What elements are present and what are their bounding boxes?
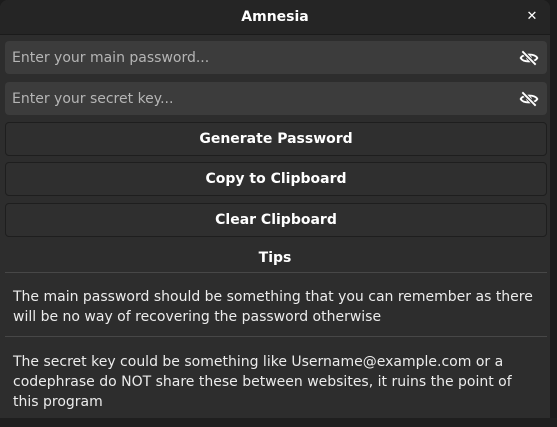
divider xyxy=(5,336,547,337)
main-password-field[interactable] xyxy=(5,41,547,74)
clear-clipboard-button[interactable]: Clear Clipboard xyxy=(5,203,547,237)
divider xyxy=(5,272,547,273)
background-window-edge xyxy=(0,418,557,427)
tip-text: The secret key could be something like U… xyxy=(13,354,512,410)
eye-slash-icon[interactable] xyxy=(519,89,539,109)
app-window: Amnesia ✕ Generate Password Copy to Clip… xyxy=(0,0,550,427)
secret-key-field[interactable] xyxy=(5,82,547,115)
generate-password-button[interactable]: Generate Password xyxy=(5,122,547,156)
tips-heading: Tips xyxy=(258,250,292,266)
window-title: Amnesia xyxy=(241,9,309,25)
tip-text: The main password should be something th… xyxy=(13,289,533,325)
close-icon[interactable]: ✕ xyxy=(522,7,542,27)
main-password-input[interactable] xyxy=(5,41,505,74)
eye-slash-icon[interactable] xyxy=(519,48,539,68)
secret-key-input[interactable] xyxy=(5,82,505,115)
copy-to-clipboard-button[interactable]: Copy to Clipboard xyxy=(5,162,547,196)
title-bar[interactable]: Amnesia ✕ xyxy=(0,0,550,35)
